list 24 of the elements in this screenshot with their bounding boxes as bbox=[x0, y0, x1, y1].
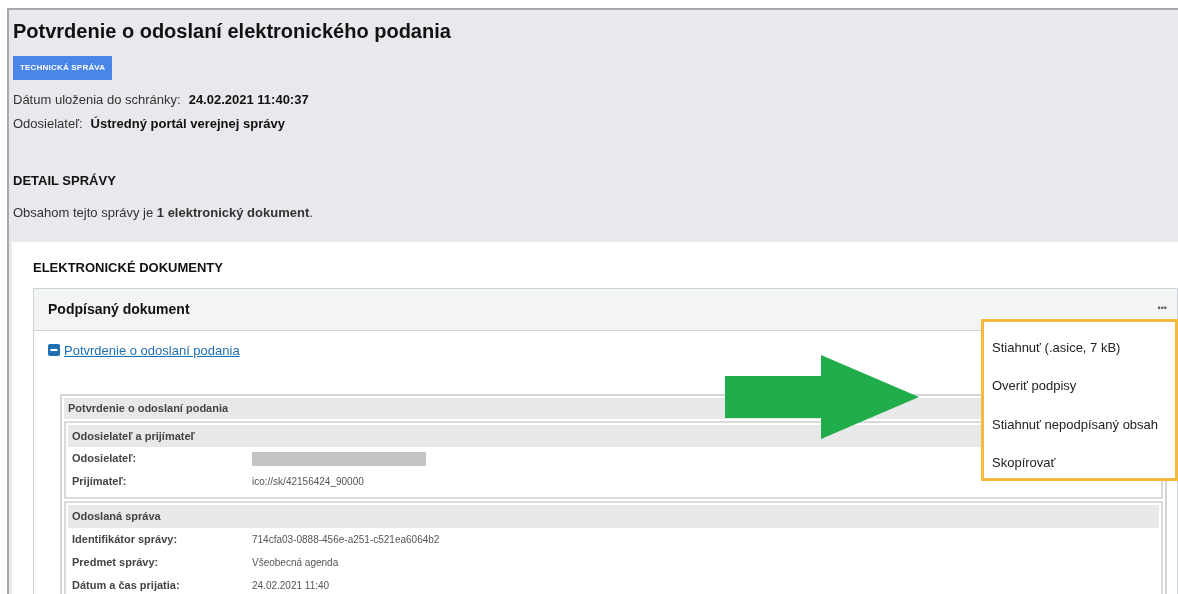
field-value: 24.02.2021 11:40 bbox=[252, 578, 330, 593]
field-label: Predmet správy: bbox=[72, 554, 160, 570]
field-value: 24.02.2021 11:40:37 bbox=[188, 91, 309, 109]
field-value: Všeobecná agenda bbox=[252, 555, 339, 570]
document-link[interactable]: Potvrdenie o odoslaní podania bbox=[48, 340, 240, 360]
field-value: 714cfa03-0888-456e-a251-c521ea6064b2 bbox=[252, 532, 440, 547]
field-label: Identifikátor správy: bbox=[72, 531, 179, 547]
page-title: Potvrdenie o odoslaní elektronického podania bbox=[13, 19, 452, 44]
field-label: Odosielateľ: bbox=[13, 114, 83, 133]
detail-text: Obsahom tejto správy je 1 elektronický dokument. bbox=[13, 203, 314, 222]
field-label: Prijímateľ: bbox=[72, 474, 128, 490]
field-label: Odosielateľ: bbox=[72, 451, 138, 467]
section-title: Odoslaná správa bbox=[68, 505, 1159, 528]
field-value: Ústredný portál verejnej správy bbox=[90, 114, 285, 133]
menu-item[interactable]: Stiahnuť (.asice, 7 kB) bbox=[984, 328, 1175, 367]
field-label: Dátum uloženia do schránky: bbox=[13, 91, 181, 109]
arrow-icon bbox=[725, 355, 919, 439]
more-options-button[interactable]: ••• bbox=[1157, 302, 1167, 316]
section-heading: DETAIL SPRÁVY bbox=[13, 172, 117, 190]
message-type-badge: TECHNICKÁ SPRÁVA bbox=[13, 56, 113, 80]
section-heading: ELEKTRONICKÉ DOKUMENTY bbox=[33, 259, 224, 277]
card-title: Podpísaný dokument bbox=[48, 299, 190, 319]
field-value: ico://sk/42156424_90000 bbox=[252, 475, 364, 489]
field-label: Dátum a čas prijatia: bbox=[72, 577, 181, 593]
